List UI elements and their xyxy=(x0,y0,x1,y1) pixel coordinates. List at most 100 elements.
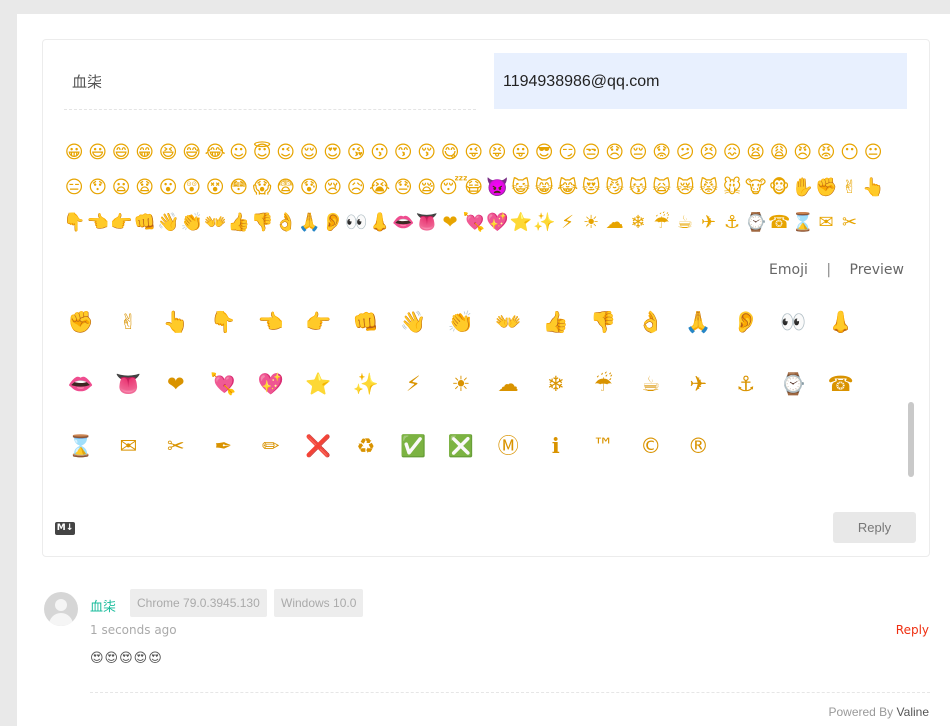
emoji-picker-item[interactable]: ☔ xyxy=(580,364,628,404)
nickname-input[interactable] xyxy=(70,71,474,91)
inserted-emoji: 😻 xyxy=(581,177,602,198)
inserted-emoji: 😮 xyxy=(158,177,179,198)
emoji-picker-item[interactable]: ℹ xyxy=(532,426,580,466)
markdown-icon[interactable]: M↓ xyxy=(55,522,75,535)
emoji-picker-item[interactable]: ✅ xyxy=(390,426,438,466)
emoji-picker: ✊ ✌ 👆 👇 👈 👉 👊 👋 👏 👐 👍 👎 👌 🙏 👂 👀 👃 👄 👅 ❤ 💘 💖 ⭐ ✨ ⚡ ☀ ☁ ❄ ☔ ☕ ✈ ⚓ ⌚ ☎ ⌛ ✉ ✂ ✒… xyxy=(57,302,917,477)
inserted-emoji: 😏 xyxy=(558,142,579,163)
picker-row: ⌛ ✉ ✂ ✒ ✏ ❌ ♻ ✅ ❎ Ⓜℹ ™ © ® xyxy=(57,426,917,477)
inserted-emoji: 😒 xyxy=(581,142,602,163)
tab-preview[interactable]: Preview xyxy=(850,262,905,278)
inserted-emoji: 😲 xyxy=(182,177,203,198)
emoji-picker-item[interactable]: ✊ xyxy=(57,302,105,342)
emoji-picker-item[interactable]: 💖 xyxy=(247,364,295,404)
emoji-picker-item[interactable]: ☀ xyxy=(437,364,485,404)
emoji-picker-item[interactable]: 👇 xyxy=(200,302,248,342)
tab-separator: | xyxy=(826,262,832,278)
inserted-emoji: 😜 xyxy=(464,142,485,163)
inserted-emoji: 😆 xyxy=(158,142,179,163)
emoji-picker-item[interactable]: ✨ xyxy=(342,364,390,404)
emoji-picker-item[interactable]: ✌ xyxy=(105,302,153,342)
comment-reply-link[interactable]: Reply xyxy=(896,623,929,637)
inserted-emoji: 👈 xyxy=(86,212,111,233)
emoji-picker-item[interactable]: ⭐ xyxy=(295,364,343,404)
inserted-emoji: 😪 xyxy=(417,177,438,198)
reply-button[interactable]: Reply xyxy=(833,512,916,543)
emoji-text-area[interactable]: 😀 😃 😄 😁 😆 😅 😂 ☺ 😇 😉 😌 😍 😘 😗 😙 😚 😋 😜 😝 😛 😎 😏 😒 😞 😔 😟 😕 😣 😖 😫 😩 😠 😡 😶 😐 😑 😯 😦 😧… xyxy=(63,140,911,244)
browser-badge: Chrome 79.0.3945.130 xyxy=(130,589,267,617)
emoji-picker-item[interactable]: 👂 xyxy=(722,302,770,342)
inserted-emoji: 😹 xyxy=(557,177,580,198)
emoji-picker-item[interactable]: 👌 xyxy=(627,302,675,342)
email-input[interactable] xyxy=(501,72,905,92)
emoji-picker-item[interactable]: ✉ xyxy=(105,426,153,466)
inserted-emoji: 😉 xyxy=(276,142,297,163)
emoji-picker-item[interactable]: 👋 xyxy=(390,302,438,342)
emoji-picker-item[interactable]: 👐 xyxy=(485,302,533,342)
inserted-emoji: 😕 xyxy=(675,142,696,163)
emoji-picker-item[interactable]: ❎ xyxy=(437,426,485,466)
emoji-picker-item[interactable]: ✈ xyxy=(675,364,723,404)
inserted-emoji: 😝 xyxy=(487,142,508,163)
emoji-picker-item[interactable]: ☕ xyxy=(627,364,675,404)
comment-form: 😀😃😄😁😆😅😂☺😇😉😌😍😘😗😙😚😋😜😝😛😎😏😒😞😔😟😕😣😖😫😩😠😡😶😐 😑😯😦😧… xyxy=(42,39,930,557)
emoji-picker-item[interactable]: 👈 xyxy=(247,302,295,342)
inserted-emoji: 🙏 xyxy=(298,212,322,233)
emoji-picker-item[interactable]: ❄ xyxy=(532,364,580,404)
emoji-picker-item[interactable]: 👀 xyxy=(770,302,818,342)
comment-author[interactable]: 血柒 xyxy=(90,596,116,615)
emoji-picker-item[interactable]: Ⓜ xyxy=(485,426,533,466)
comment-divider xyxy=(90,692,930,693)
page: 😀😃😄😁😆😅😂☺😇😉😌😍😘😗😙😚😋😜😝😛😎😏😒😞😔😟😕😣😖😫😩😠😡😶😐 😑😯😦😧… xyxy=(17,14,950,726)
emoji-picker-item[interactable]: ⌚ xyxy=(770,364,818,404)
inserted-emoji: 😾 xyxy=(699,177,720,198)
inserted-emoji: ✉ xyxy=(818,212,835,233)
inserted-emoji: 😖 xyxy=(722,142,743,163)
emoji-picker-item[interactable]: ® xyxy=(675,426,723,466)
emoji-picker-item[interactable]: 👄 xyxy=(57,364,105,404)
scrollbar-thumb[interactable] xyxy=(908,402,914,477)
emoji-picker-item[interactable]: 👎 xyxy=(580,302,628,342)
emoji-picker-item[interactable]: 👏 xyxy=(437,302,485,342)
inserted-emoji: 😌 xyxy=(299,142,320,163)
emoji-picker-item[interactable]: ™ xyxy=(580,426,628,466)
inserted-emoji: 😩 xyxy=(769,142,790,163)
emoji-picker-item[interactable]: 👅 xyxy=(105,364,153,404)
inserted-emoji: 😞 xyxy=(605,142,626,163)
inserted-emoji: 😱 xyxy=(252,177,273,198)
emoji-picker-item[interactable]: ✂ xyxy=(152,426,200,466)
emoji-picker-item[interactable]: 👊 xyxy=(342,302,390,342)
inserted-emoji: 😡 xyxy=(816,142,837,163)
emoji-picker-item[interactable]: ⌛ xyxy=(57,426,105,466)
inserted-emoji: 😃 xyxy=(88,142,109,163)
emoji-picker-item[interactable]: 🙏 xyxy=(675,302,723,342)
inserted-emoji: 👅 xyxy=(415,212,440,233)
inserted-emoji: 😸 xyxy=(534,177,555,198)
emoji-picker-item[interactable]: ❌ xyxy=(295,426,343,466)
inserted-emoji: 😓 xyxy=(393,177,414,198)
emoji-picker-item[interactable]: ♻ xyxy=(342,426,390,466)
emoji-picker-item[interactable]: ✏ xyxy=(247,426,295,466)
emoji-picker-item[interactable]: ❤ xyxy=(152,364,200,404)
inserted-emoji: 😇 xyxy=(252,142,273,163)
emoji-picker-item[interactable]: 💘 xyxy=(200,364,248,404)
emoji-picker-item[interactable]: 👃 xyxy=(817,302,865,342)
emoji-picker-item[interactable]: ☎ xyxy=(817,364,865,404)
tab-emoji[interactable]: Emoji xyxy=(769,262,808,278)
inserted-emoji: ⌚ xyxy=(744,212,769,233)
valine-link[interactable]: Valine xyxy=(897,705,929,719)
emoji-picker-item[interactable]: ✒ xyxy=(200,426,248,466)
emoji-picker-item[interactable]: ⚡ xyxy=(390,364,438,404)
inserted-emoji: 😀 xyxy=(64,142,85,163)
inserted-emoji: 😭 xyxy=(369,177,392,198)
emoji-picker-item[interactable]: © xyxy=(627,426,675,466)
emoji-picker-item[interactable]: 👉 xyxy=(295,302,343,342)
picker-scrollbar[interactable] xyxy=(908,302,916,478)
nickname-field-wrapper xyxy=(64,54,476,110)
emoji-picker-item[interactable]: ⚓ xyxy=(722,364,770,404)
emoji-picker-item[interactable]: ☁ xyxy=(485,364,533,404)
emoji-picker-item[interactable]: 👆 xyxy=(152,302,200,342)
comment-time: 1 seconds ago xyxy=(90,623,177,637)
emoji-picker-item[interactable]: 👍 xyxy=(532,302,580,342)
inserted-emoji: ⌛ xyxy=(791,212,816,233)
